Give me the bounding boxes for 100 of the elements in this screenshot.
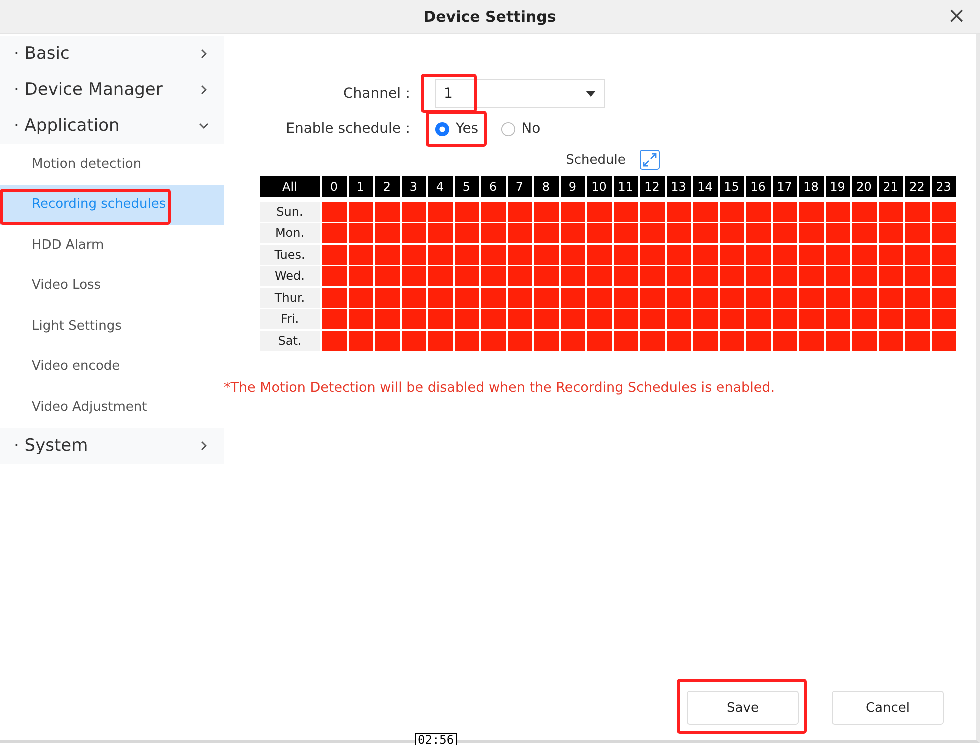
schedule-slot[interactable] — [508, 266, 532, 286]
schedule-slot[interactable] — [428, 330, 452, 350]
schedule-slot[interactable] — [534, 244, 558, 264]
schedule-slot[interactable] — [772, 309, 797, 329]
schedule-slot[interactable] — [348, 309, 373, 329]
schedule-slot[interactable] — [826, 266, 850, 286]
schedule-slot[interactable] — [348, 244, 373, 264]
sidebar-item[interactable]: Video Adjustment — [0, 387, 224, 428]
schedule-slot[interactable] — [402, 330, 426, 350]
schedule-slot[interactable] — [720, 223, 744, 243]
hour-header[interactable]: 9 — [560, 176, 585, 197]
hour-header[interactable]: 8 — [534, 176, 558, 197]
schedule-slot[interactable] — [905, 330, 930, 350]
hour-header[interactable]: 21 — [878, 176, 903, 197]
hour-header[interactable]: 3 — [402, 176, 426, 197]
hour-header[interactable]: 15 — [720, 176, 744, 197]
schedule-slot[interactable] — [402, 266, 426, 286]
schedule-slot[interactable] — [428, 288, 452, 308]
schedule-slot[interactable] — [614, 244, 638, 264]
schedule-slot[interactable] — [852, 330, 876, 350]
schedule-slot[interactable] — [799, 202, 824, 222]
sidebar-item[interactable]: Light Settings — [0, 306, 224, 346]
sidebar-item[interactable]: Video encode — [0, 346, 224, 387]
channel-dropdown[interactable]: 1 — [435, 79, 605, 108]
schedule-slot[interactable] — [666, 244, 691, 264]
schedule-slot[interactable] — [772, 244, 797, 264]
schedule-slot[interactable] — [826, 309, 850, 329]
schedule-slot[interactable] — [402, 288, 426, 308]
schedule-slot[interactable] — [932, 330, 956, 350]
schedule-slot[interactable] — [508, 202, 532, 222]
schedule-slot[interactable] — [508, 244, 532, 264]
schedule-slot[interactable] — [720, 244, 744, 264]
schedule-slot[interactable] — [932, 244, 956, 264]
schedule-slot[interactable] — [534, 288, 558, 308]
schedule-slot[interactable] — [614, 266, 638, 286]
schedule-slot[interactable] — [666, 266, 691, 286]
schedule-slot[interactable] — [878, 202, 903, 222]
schedule-slot[interactable] — [720, 288, 744, 308]
hour-header[interactable]: 0 — [322, 176, 346, 197]
schedule-slot[interactable] — [481, 330, 506, 350]
schedule-slot[interactable] — [587, 244, 612, 264]
schedule-slot[interactable] — [614, 309, 638, 329]
schedule-slot[interactable] — [587, 202, 612, 222]
schedule-slot[interactable] — [640, 330, 664, 350]
hour-header[interactable]: 20 — [852, 176, 876, 197]
schedule-slot[interactable] — [905, 288, 930, 308]
schedule-slot[interactable] — [322, 288, 346, 308]
schedule-slot[interactable] — [693, 202, 718, 222]
schedule-slot[interactable] — [720, 330, 744, 350]
schedule-slot[interactable] — [826, 244, 850, 264]
hour-header[interactable]: 2 — [375, 176, 400, 197]
schedule-slot[interactable] — [375, 244, 400, 264]
schedule-slot[interactable] — [905, 202, 930, 222]
sidebar-item[interactable]: HDD Alarm — [0, 225, 224, 266]
schedule-slot[interactable] — [402, 223, 426, 243]
hour-header[interactable]: 22 — [905, 176, 930, 197]
schedule-slot[interactable] — [560, 202, 585, 222]
schedule-slot[interactable] — [560, 330, 585, 350]
schedule-slot[interactable] — [878, 223, 903, 243]
schedule-slot[interactable] — [454, 202, 479, 222]
dialog-button[interactable]: Save — [687, 691, 799, 725]
schedule-slot[interactable] — [878, 330, 903, 350]
schedule-slot[interactable] — [720, 309, 744, 329]
sidebar-section[interactable]: · Application — [0, 108, 224, 144]
schedule-slot[interactable] — [693, 330, 718, 350]
schedule-slot[interactable] — [560, 309, 585, 329]
schedule-slot[interactable] — [772, 266, 797, 286]
hour-header[interactable]: 12 — [640, 176, 664, 197]
schedule-slot[interactable] — [693, 288, 718, 308]
schedule-slot[interactable] — [322, 244, 346, 264]
hour-header[interactable]: 6 — [481, 176, 506, 197]
schedule-slot[interactable] — [348, 202, 373, 222]
day-label[interactable]: Fri. — [260, 309, 320, 329]
schedule-slot[interactable] — [666, 330, 691, 350]
schedule-slot[interactable] — [560, 266, 585, 286]
hour-header[interactable]: 5 — [454, 176, 479, 197]
hour-header[interactable]: 17 — [772, 176, 797, 197]
hour-header[interactable]: 19 — [826, 176, 850, 197]
hour-header[interactable]: 10 — [587, 176, 612, 197]
schedule-slot[interactable] — [852, 202, 876, 222]
schedule-slot[interactable] — [720, 202, 744, 222]
schedule-slot[interactable] — [454, 266, 479, 286]
schedule-slot[interactable] — [322, 202, 346, 222]
schedule-slot[interactable] — [799, 330, 824, 350]
schedule-slot[interactable] — [508, 223, 532, 243]
schedule-slot[interactable] — [878, 244, 903, 264]
schedule-slot[interactable] — [454, 288, 479, 308]
hour-header[interactable]: 16 — [746, 176, 770, 197]
schedule-slot[interactable] — [375, 330, 400, 350]
schedule-slot[interactable] — [720, 266, 744, 286]
schedule-slot[interactable] — [666, 288, 691, 308]
schedule-slot[interactable] — [878, 266, 903, 286]
hour-header[interactable]: 14 — [693, 176, 718, 197]
day-label[interactable]: Sun. — [260, 202, 320, 222]
schedule-slot[interactable] — [826, 223, 850, 243]
day-label[interactable]: Mon. — [260, 223, 320, 243]
schedule-slot[interactable] — [746, 330, 770, 350]
schedule-slot[interactable] — [348, 330, 373, 350]
hour-header[interactable]: 13 — [666, 176, 691, 197]
schedule-slot[interactable] — [402, 244, 426, 264]
